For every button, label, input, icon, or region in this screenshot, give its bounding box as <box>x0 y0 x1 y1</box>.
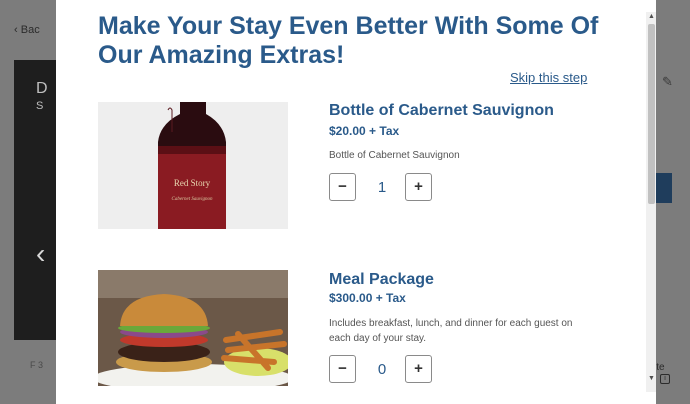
product-description: Includes breakfast, lunch, and dinner fo… <box>329 318 573 344</box>
background-photo-subtext: S <box>36 100 44 112</box>
wine-bottle-image: Red Story Cabernet Sauvignon <box>98 102 288 229</box>
product-title: Meal Package <box>329 271 434 288</box>
increase-quantity-button[interactable]: + <box>405 173 432 201</box>
product-price: $300.00 + Tax <box>329 291 406 305</box>
background-hero-photo: D S ‹ <box>14 60 56 340</box>
extras-modal: Make Your Stay Even Better With Some Of … <box>56 0 656 404</box>
background-back-link: ‹ Bac <box>14 24 40 36</box>
skip-step-link[interactable]: Skip this step <box>510 70 587 85</box>
increase-quantity-button[interactable]: + <box>405 355 432 383</box>
product-title: Bottle of Cabernet Sauvignon <box>329 102 554 119</box>
product-price: $20.00 + Tax <box>329 124 400 138</box>
chevron-left-icon: ‹ <box>36 238 46 269</box>
info-icon: i <box>660 374 670 384</box>
pencil-icon: ✎ <box>662 74 673 89</box>
scroll-up-icon[interactable]: ▲ <box>647 12 656 21</box>
background-photo-text: D <box>36 80 48 97</box>
scrollbar-thumb[interactable] <box>648 24 655 204</box>
quantity-value: 0 <box>377 361 387 378</box>
quantity-value: 1 <box>377 179 387 196</box>
background-bottom-text: F 3 <box>30 360 44 370</box>
decrease-quantity-button[interactable]: − <box>329 173 356 201</box>
modal-title: Make Your Stay Even Better With Some Of … <box>98 12 599 69</box>
wine-label-subtext: Cabernet Sauvignon <box>172 197 213 202</box>
meal-package-image <box>98 270 288 386</box>
wine-label-text: Red Story <box>174 178 211 188</box>
background-button <box>656 173 672 203</box>
scroll-down-icon[interactable]: ▼ <box>647 374 656 383</box>
decrease-quantity-button[interactable]: − <box>329 355 356 383</box>
product-description: Bottle of Cabernet Sauvignon <box>329 150 460 161</box>
